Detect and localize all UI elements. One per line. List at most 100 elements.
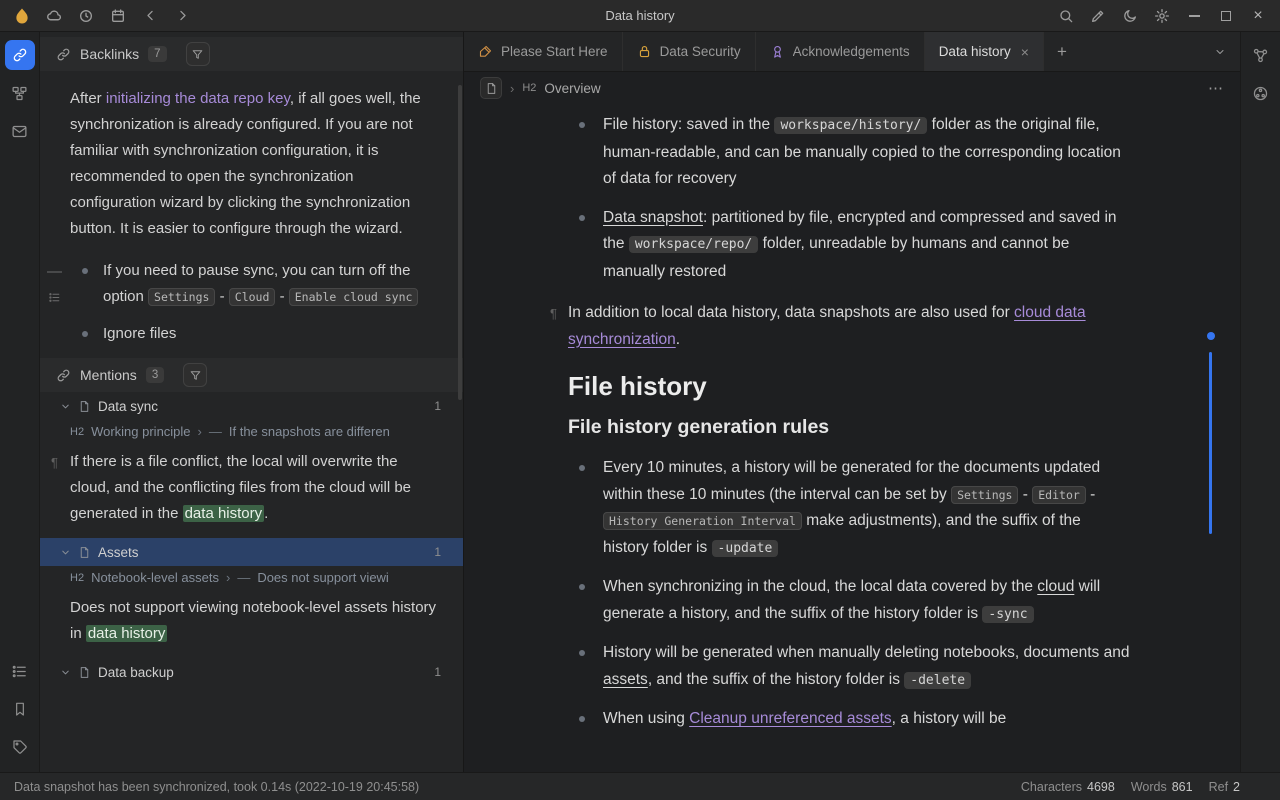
text-segment: After — [70, 90, 106, 107]
paragraph-icon[interactable]: ¶ — [51, 450, 58, 476]
settings-gear-icon[interactable] — [1148, 4, 1176, 28]
list-gutter-icon[interactable] — [48, 291, 61, 304]
daily-note-icon[interactable] — [104, 4, 132, 28]
doc-heading-2[interactable]: File history generation rules — [568, 414, 1240, 441]
backlink-bullet-item[interactable]: If you need to pause sync, you can turn … — [70, 258, 439, 310]
forward-icon[interactable] — [168, 4, 196, 28]
link-icon — [56, 368, 71, 383]
mention-group-row-data-backup[interactable]: Data backup 1 — [40, 658, 463, 686]
text-segment: Data snapshot — [603, 209, 703, 226]
tab-overflow-menu-icon[interactable] — [1200, 32, 1240, 71]
doc-bullet-item[interactable]: When synchronizing in the cloud, the loc… — [568, 574, 1130, 628]
mention-group-row-assets[interactable]: Assets 1 — [40, 538, 463, 566]
backlink-result-paragraph[interactable]: After initializing the data repo key, if… — [40, 71, 463, 242]
data-history-icon[interactable] — [72, 4, 100, 28]
text-segment: , and the suffix of the history folder i… — [648, 671, 904, 688]
tab-close-icon[interactable]: × — [1021, 45, 1029, 59]
mention-breadcrumb[interactable]: H2 Notebook-level assets › — Does not su… — [40, 566, 463, 588]
back-icon[interactable] — [136, 4, 164, 28]
breadcrumb-heading-title[interactable]: Overview — [544, 81, 600, 96]
inline-code-chip: workspace/history/ — [774, 117, 927, 134]
ribbon-icon — [770, 44, 785, 59]
dock-bookmark-icon[interactable] — [5, 694, 35, 724]
close-button[interactable]: × — [1244, 4, 1272, 28]
inline-ref-link[interactable]: Cleanup unreferenced assets — [689, 710, 892, 727]
backlink-result-list-block: — If you need to pause sync, you can tur… — [40, 258, 463, 347]
doc-bullet-item[interactable]: History will be generated when manually … — [568, 640, 1130, 694]
text-segment: File history: saved in the — [603, 116, 774, 133]
new-tab-button[interactable]: + — [1044, 32, 1080, 71]
titlebar-left-actions — [8, 4, 196, 28]
dock-graph-local-icon[interactable] — [1246, 40, 1276, 70]
chevron-down-icon[interactable] — [60, 547, 71, 558]
mention-group-row-data-sync[interactable]: Data sync 1 — [40, 392, 463, 420]
inline-code-chip: History Generation Interval — [603, 512, 802, 530]
mentions-filter-button[interactable] — [183, 363, 207, 387]
tab-please-start-here[interactable]: Please Start Here — [464, 32, 623, 71]
mention-breadcrumb[interactable]: H2 Working principle › — If the snapshot… — [40, 420, 463, 442]
cloud-sync-icon[interactable] — [40, 4, 68, 28]
text-segment: When synchronizing in the cloud, the loc… — [603, 578, 1037, 595]
backlinks-filter-button[interactable] — [186, 42, 210, 66]
doc-bullet-item[interactable]: File history: saved in the workspace/his… — [568, 112, 1130, 193]
tab-data-history[interactable]: Data history × — [925, 32, 1044, 71]
text-segment: , if all goes well, the synchronization … — [70, 90, 421, 237]
stat-value: 861 — [1172, 780, 1193, 794]
scroll-indicator-dot[interactable] — [1207, 332, 1215, 340]
document-icon-button[interactable] — [480, 77, 502, 99]
heading-level-label: H2 — [70, 572, 84, 584]
dock-graph-global-icon[interactable] — [1246, 78, 1276, 108]
document-content[interactable]: File history: saved in the workspace/his… — [464, 104, 1240, 772]
backlinks-panel: Backlinks 7 After initializing the data … — [40, 32, 464, 772]
search-icon[interactable] — [1052, 4, 1080, 28]
left-dock — [0, 32, 40, 772]
dock-backlinks-icon[interactable] — [5, 40, 35, 70]
theme-moon-icon[interactable] — [1116, 4, 1144, 28]
doc-heading-1[interactable]: File history — [568, 373, 1240, 400]
window-title: Data history — [605, 8, 674, 23]
chevron-down-icon[interactable] — [60, 667, 71, 678]
text-segment: . — [264, 505, 268, 522]
dock-graph-icon[interactable] — [5, 78, 35, 108]
paragraph-icon[interactable]: ¶ — [550, 301, 557, 328]
inline-ref-link[interactable]: initializing the data repo key — [106, 90, 290, 107]
document-stats: Characters4698 Words861 Ref2 — [1021, 780, 1240, 794]
brush-icon — [478, 44, 493, 59]
app-logo-icon[interactable] — [8, 4, 36, 28]
edit-mode-icon[interactable] — [1084, 4, 1112, 28]
stat-label: Words — [1131, 780, 1167, 794]
doc-bullet-item[interactable]: When using Cleanup unreferenced assets, … — [568, 706, 1130, 733]
doc-bullet-item[interactable]: Every 10 minutes, a history will be gene… — [568, 455, 1130, 562]
scrollbar-thumb[interactable] — [1209, 352, 1212, 534]
inline-code-chip: Enable cloud sync — [289, 288, 419, 306]
heading-level-label: H2 — [522, 82, 536, 94]
text-segment: In addition to local data history, data … — [568, 304, 1014, 321]
more-options-icon[interactable]: ⋯ — [1208, 79, 1224, 97]
text-segment: - — [215, 288, 228, 305]
tab-acknowledgements[interactable]: Acknowledgements — [756, 32, 925, 71]
backlink-bullet-item[interactable]: Ignore files — [70, 321, 439, 347]
divider-gutter-icon[interactable]: — — [47, 263, 62, 280]
group-name: Assets — [98, 545, 139, 560]
chevron-down-icon[interactable] — [60, 401, 71, 412]
dock-tag-icon[interactable] — [5, 732, 35, 762]
mention-result-paragraph[interactable]: Does not support viewing notebook-level … — [40, 588, 463, 658]
dock-inbox-icon[interactable] — [5, 116, 35, 146]
tab-data-security[interactable]: Data Security — [623, 32, 756, 71]
group-count: 1 — [434, 399, 441, 413]
inline-code-chip: Settings — [148, 288, 215, 306]
document-icon — [78, 666, 91, 679]
document-breadcrumb: › H2 Overview ⋯ — [464, 72, 1240, 104]
minimize-button[interactable] — [1180, 4, 1208, 28]
panel-scrollbar[interactable] — [458, 85, 462, 400]
mention-result-paragraph[interactable]: ¶ If there is a file conflict, the local… — [40, 442, 463, 538]
maximize-button[interactable] — [1212, 4, 1240, 28]
inline-code-chip: -delete — [904, 672, 971, 689]
group-count: 1 — [434, 545, 441, 559]
inline-code-chip: -sync — [982, 606, 1033, 623]
doc-paragraph[interactable]: ¶ In addition to local data history, dat… — [568, 300, 1130, 353]
inline-code-chip: -update — [712, 540, 779, 557]
doc-bullet-item[interactable]: Data snapshot: partitioned by file, encr… — [568, 205, 1130, 286]
dock-outline-icon[interactable] — [5, 656, 35, 686]
titlebar-right-actions: × — [1052, 4, 1272, 28]
